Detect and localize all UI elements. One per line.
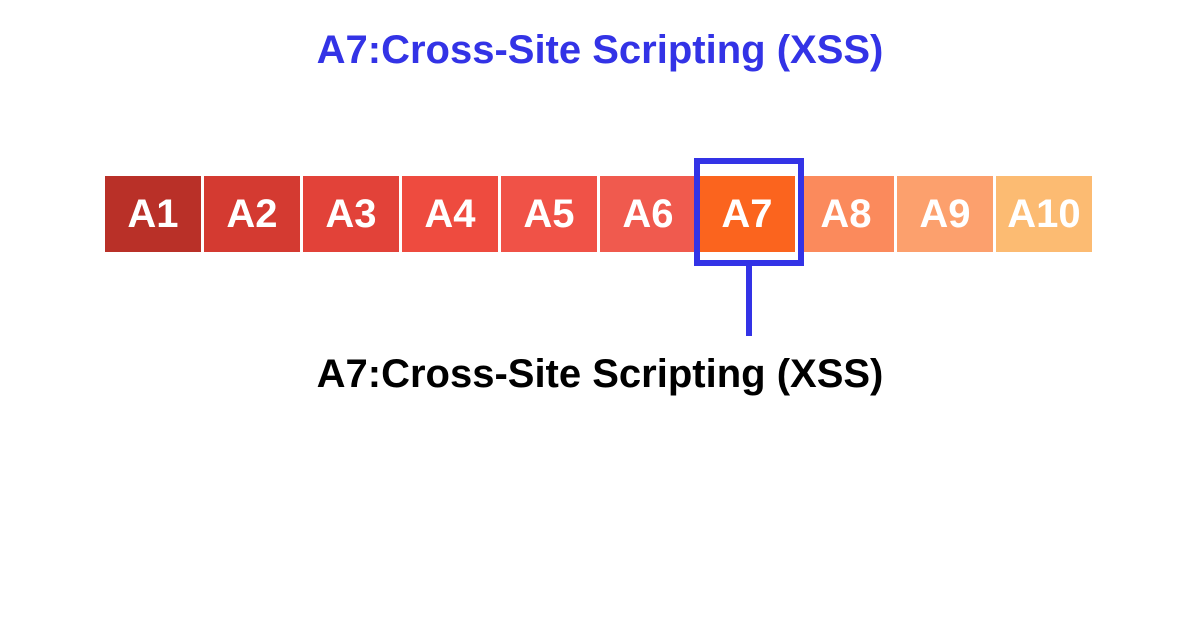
cell-a8: A8	[798, 176, 894, 252]
cell-a5: A5	[501, 176, 597, 252]
cell-a6: A6	[600, 176, 696, 252]
cell-row: A1 A2 A3 A4 A5 A6 A7 A8 A9 A10	[105, 176, 1092, 252]
cell-a4: A4	[402, 176, 498, 252]
cell-a9: A9	[897, 176, 993, 252]
cell-a1: A1	[105, 176, 201, 252]
cell-a10: A10	[996, 176, 1092, 252]
cell-a3: A3	[303, 176, 399, 252]
diagram-caption: A7:Cross-Site Scripting (XSS)	[0, 352, 1200, 397]
cell-a7: A7	[699, 176, 795, 252]
connector-line	[746, 266, 752, 336]
cell-a2: A2	[204, 176, 300, 252]
diagram-title: A7:Cross-Site Scripting (XSS)	[0, 28, 1200, 73]
